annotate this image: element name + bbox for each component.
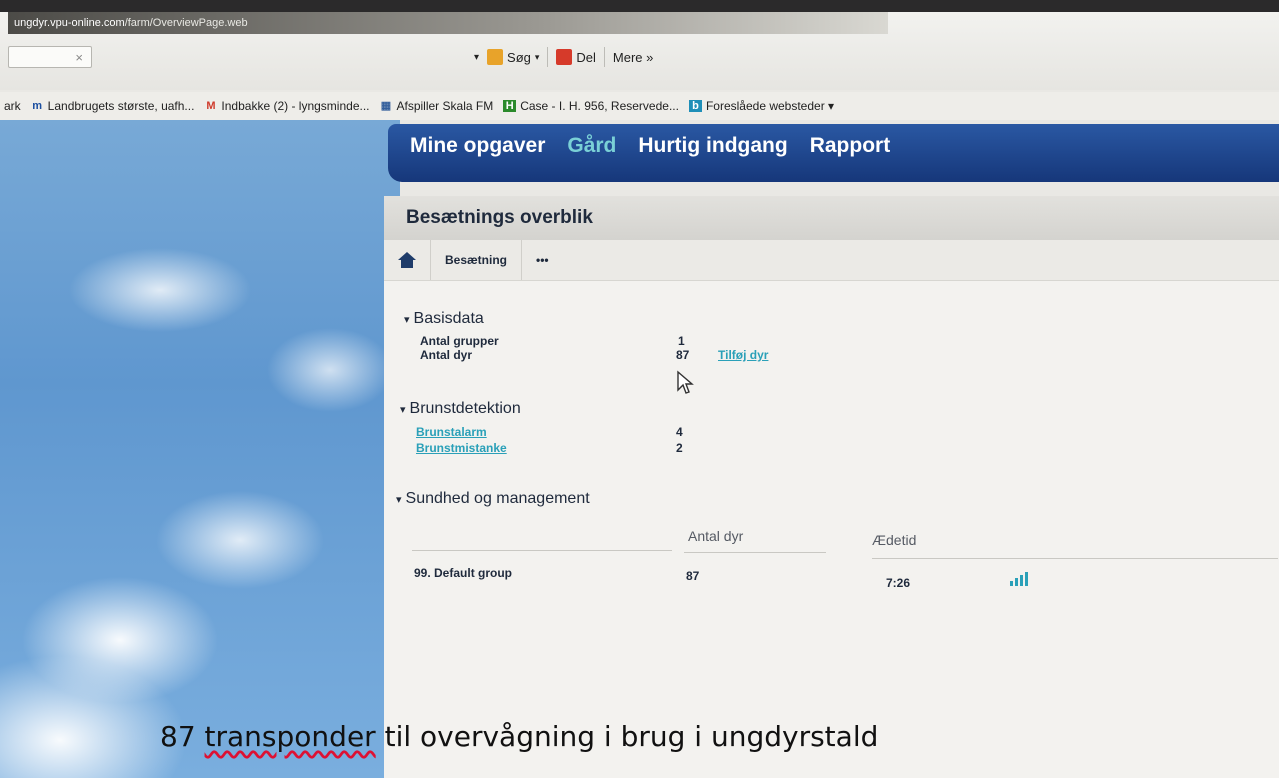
chevron-down-icon: ▾ [400,403,406,416]
favorite-label: Afspiller Skala FM [396,99,494,113]
section-brunstdetektion[interactable]: ▾ Brunstdetektion [400,400,521,418]
bar-chart-icon[interactable] [1010,572,1028,586]
favorite-item[interactable]: ▦ Afspiller Skala FM [380,99,494,113]
value-antal-dyr: 87 [676,348,690,362]
favorite-label: Landbrugets største, uafh... [47,99,195,113]
case-icon: H [503,100,517,112]
search-button[interactable]: Søg ▾ [487,49,539,65]
favorite-item[interactable]: b Foreslåede websteder ▾ [688,99,835,113]
favorite-item[interactable]: ark [4,99,21,113]
favorite-label: Case - I. H. 956, Reservede... [520,99,679,113]
breadcrumb: Besætning ••• [384,240,1279,281]
toolbar-divider [547,47,549,67]
share-button[interactable]: Del [556,49,596,65]
overview-panel: Besætnings overblik Besætning ••• [384,196,1279,778]
value-brunstmistanke: 2 [676,441,683,455]
url-path: /farm/OverviewPage.web [124,17,248,29]
section-basisdata[interactable]: ▾ Basisdata [404,310,484,328]
search-icon [487,49,504,65]
chevron-down-icon: ▾ [404,313,410,326]
share-label: Del [576,49,596,65]
label-antal-dyr: Antal dyr [420,348,473,362]
nav-item-rapport[interactable]: Rapport [810,134,891,158]
favorite-item[interactable]: H Case - I. H. 956, Reservede... [503,99,679,113]
favorite-item[interactable]: M Indbakke (2) - lyngsminde... [204,99,369,113]
add-animal-link[interactable]: Tilføj dyr [718,348,768,362]
share-icon [556,49,573,65]
table-divider [684,552,826,553]
brunstalarm-link[interactable]: Brunstalarm [416,425,487,439]
group-name-cell[interactable]: 99. Default group [414,566,512,580]
more-button[interactable]: Mere » [613,50,653,65]
more-label: Mere » [612,49,654,65]
brunstmistanke-link[interactable]: Brunstmistanke [416,441,507,455]
favorites-bar: ark m Landbrugets største, uafh... M Indba… [0,92,1279,120]
caption-misspelled-word: transponder [204,720,376,753]
tab-close-button[interactable]: × [8,46,92,68]
address-bar[interactable]: ungdyr.vpu-online.com/farm/OverviewPage.… [8,12,888,34]
home-icon [398,252,416,268]
breadcrumb-item[interactable]: Besætning [431,240,523,280]
browser-toolbar: ▾ Søg ▾ Del Mere » [474,44,653,70]
landbrug-icon: m [32,100,43,112]
section-title-sundhed: Sundhed og management [405,490,590,507]
column-header-antal-dyr[interactable]: Antal dyr [688,528,743,544]
toolbar-divider [603,47,605,67]
value-antal-grupper: 1 [678,334,685,348]
section-title-basisdata: Basisdata [413,310,484,327]
table-divider [412,550,672,551]
section-title-brunst: Brunstdetektion [409,400,521,417]
page-title: Besætnings overblik [384,196,1279,240]
group-antal-cell: 87 [686,569,700,583]
chevron-down-icon: ▾ [396,493,402,506]
desktop-sky-background [0,120,400,778]
close-icon: × [75,50,83,65]
bing-icon: b [688,100,702,112]
nav-items: Mine opgaver Gård Hurtig indgang Rapport [410,134,890,158]
nav-item-hurtig-indgang[interactable]: Hurtig indgang [638,134,787,158]
main-nav: Mine opgaver Gård Hurtig indgang Rapport [388,124,1279,182]
table-divider [872,558,1278,559]
caption-part: 87 [160,720,205,753]
dropdown-arrow-icon[interactable]: ▾ [474,52,479,63]
breadcrumb-home[interactable] [384,240,431,280]
search-label: Søg [507,49,531,65]
favorite-label: ark [4,99,21,113]
url-host: ungdyr.vpu-online.com [14,17,125,29]
caption-part: til overvågning i brug i ungdyrstald [375,720,879,753]
screen-bezel [0,0,1279,12]
favorite-label: Indbakke (2) - lyngsminde... [221,99,370,113]
photo-caption: 87 transponder til overvågning i brug i … [160,720,878,753]
nav-item-gaard[interactable]: Gård [567,134,616,158]
label-antal-grupper: Antal grupper [420,334,499,348]
column-header-aedetid[interactable]: Ædetid [872,532,916,548]
mouse-pointer-icon [677,370,694,394]
breadcrumb-more[interactable]: ••• [522,240,563,280]
nav-item-mine-opgaver[interactable]: Mine opgaver [410,134,545,158]
radio-icon: ▦ [380,100,392,112]
value-brunstalarm: 4 [676,425,683,439]
gmail-icon: M [206,100,216,112]
favorite-item[interactable]: m Landbrugets største, uafh... [31,99,195,113]
section-sundhed[interactable]: ▾ Sundhed og management [396,490,590,508]
group-aedetid-cell: 7:26 [886,576,911,590]
chevron-down-icon: ▾ [534,51,540,62]
favorite-label: Foreslåede websteder ▾ [705,99,835,113]
